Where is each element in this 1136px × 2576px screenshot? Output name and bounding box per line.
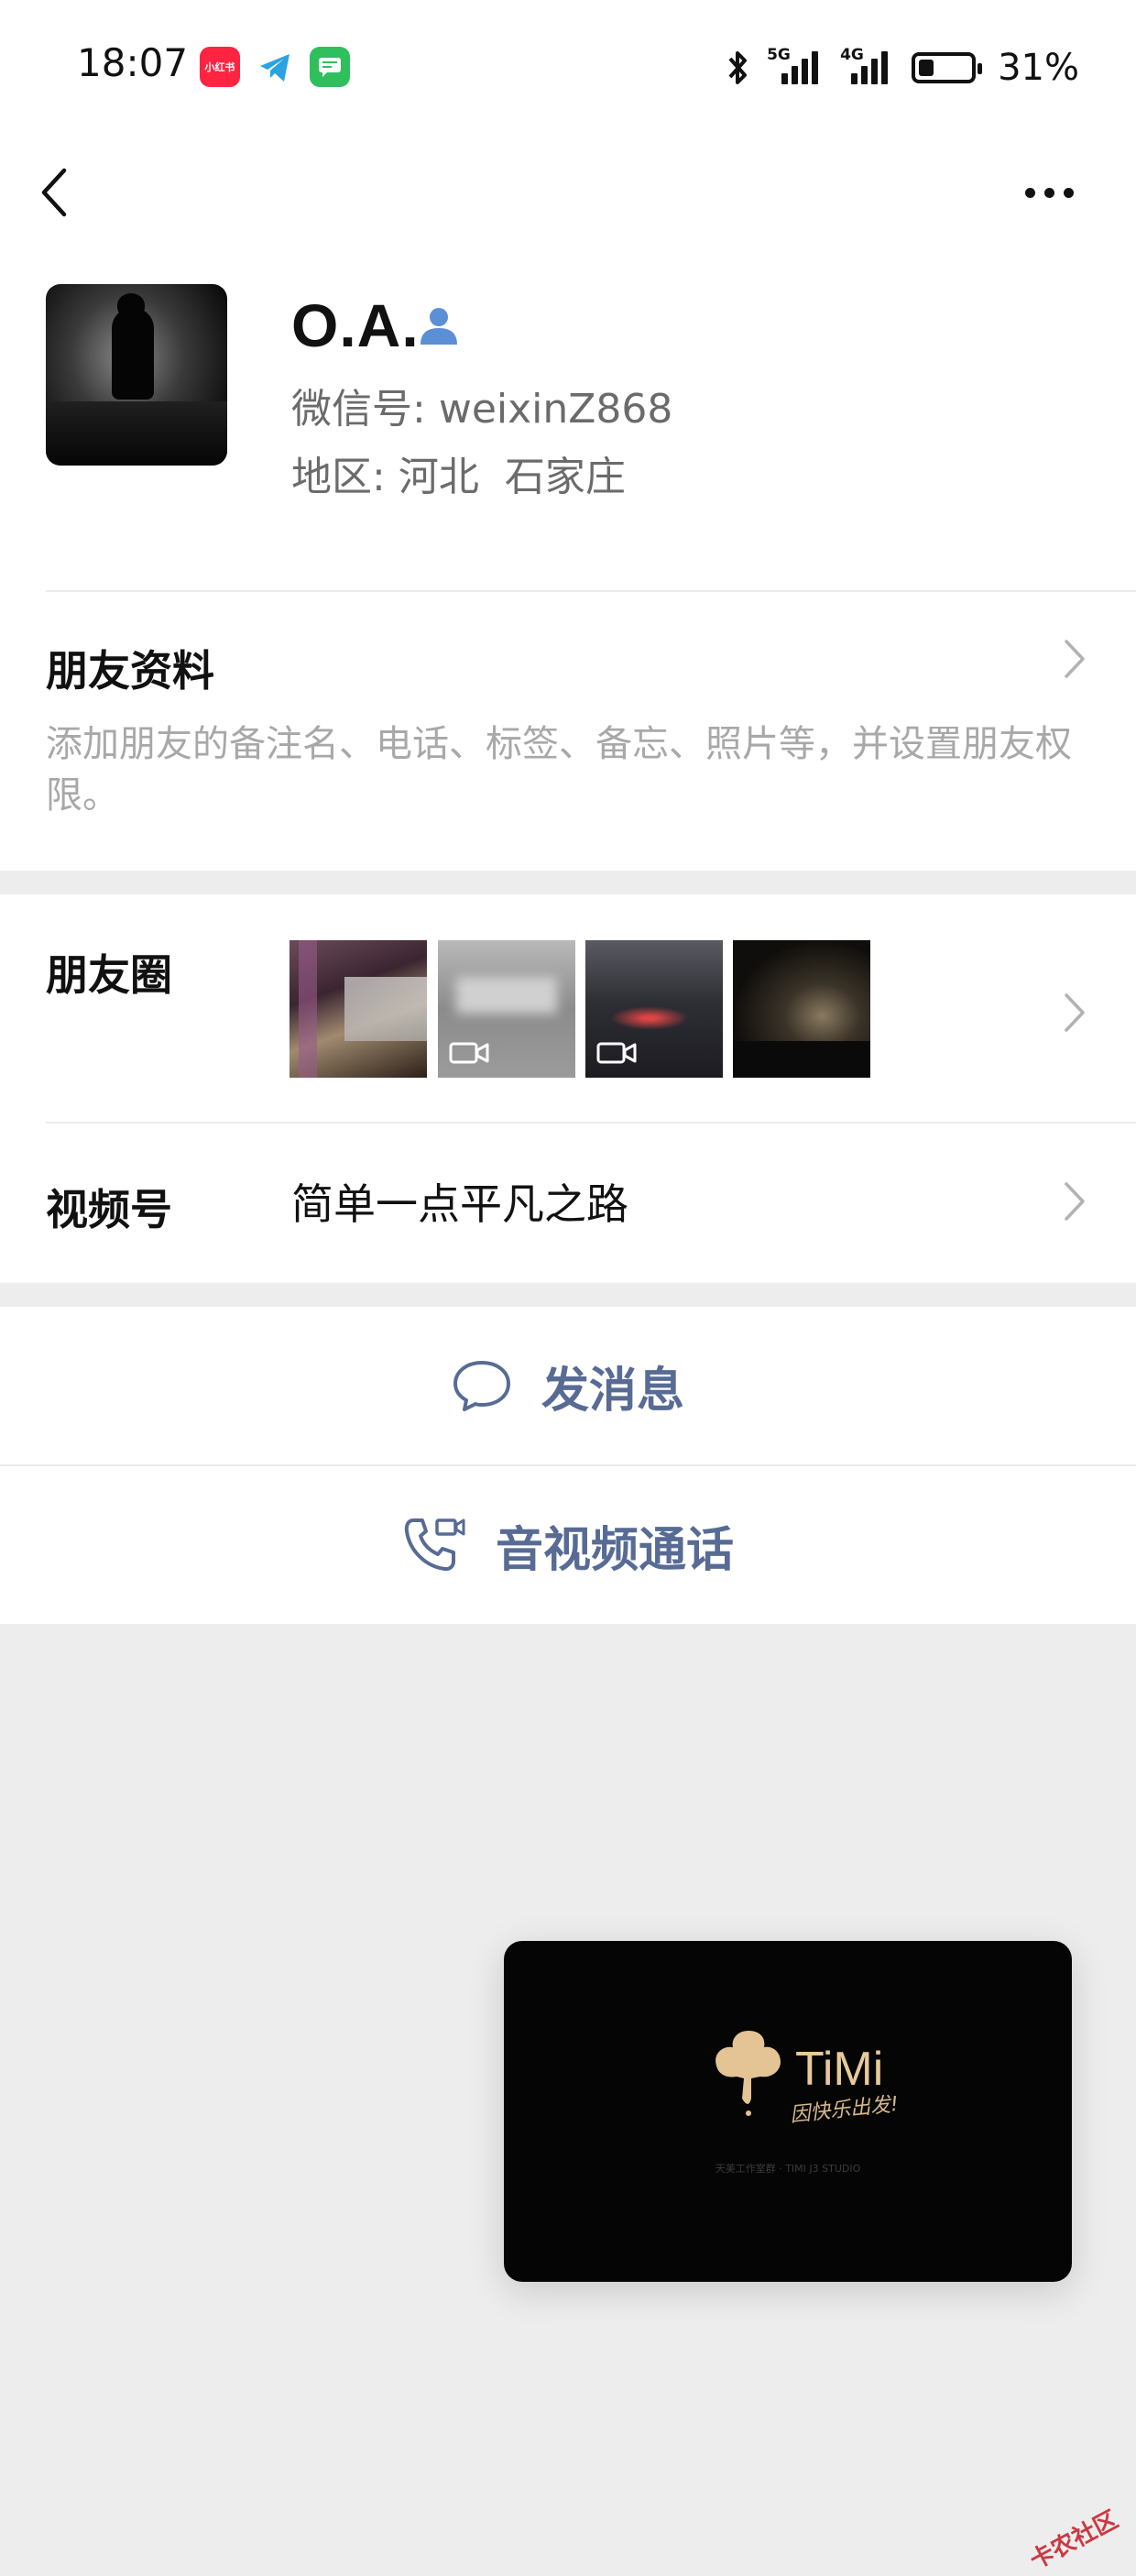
moment-photo-1[interactable] — [289, 940, 427, 1078]
divider — [46, 1122, 1136, 1124]
av-call-button[interactable]: 音视频通话 — [0, 1466, 1136, 1624]
moments-label: 朋友圈 — [46, 950, 172, 1000]
send-message-button[interactable]: 发消息 — [0, 1307, 1136, 1464]
av-call-label: 音视频通话 — [495, 1522, 734, 1578]
xiaohongshu-icon: 小红书 — [200, 47, 240, 87]
channels-label: 视频号 — [46, 1185, 172, 1234]
wechat-id-value: weixinZ868 — [438, 386, 673, 433]
floating-video-window[interactable]: TiMi 因快乐出发! 天美工作室群 · TIMI J3 STUDIO — [504, 1941, 1072, 2282]
region-city: 石家庄 — [504, 454, 626, 500]
telegram-icon — [255, 47, 295, 87]
region-province: 河北 — [398, 454, 479, 500]
friend-info-row[interactable]: 朋友资料 添加朋友的备注名、电话、标签、备忘、照片等，并设置朋友权限。 — [0, 592, 1136, 871]
studio-line: 天美工作室群 · TIMI J3 STUDIO — [715, 2163, 861, 2175]
battery-icon — [912, 52, 983, 83]
more-dot-icon — [1043, 187, 1054, 198]
moment-photo-4[interactable] — [733, 940, 870, 1078]
moment-photo-3[interactable] — [585, 940, 723, 1078]
timi-logo-icon — [715, 2031, 781, 2116]
channel-name[interactable]: 简单一点平凡之路 — [291, 1171, 628, 1232]
display-name: O.A. — [291, 291, 420, 359]
friend-info-description: 添加朋友的备注名、电话、标签、备忘、照片等，并设置朋友权限。 — [46, 723, 1072, 817]
chevron-right-icon — [1065, 993, 1085, 1032]
timi-logo-text: TiMi — [795, 2043, 884, 2096]
contact-person-icon — [421, 308, 457, 345]
more-options-button[interactable] — [1008, 137, 1090, 247]
nav-bar — [0, 137, 1136, 247]
wechat-id-label: 微信号: — [291, 386, 426, 433]
xiaohongshu-label: 小红书 — [204, 61, 235, 73]
send-message-label: 发消息 — [541, 1363, 684, 1419]
more-dot-icon — [1024, 187, 1035, 198]
signal-5g-label: 5G — [767, 46, 791, 64]
region: 地区: 河北 石家庄 — [291, 444, 626, 502]
moment-photo-2[interactable] — [438, 940, 575, 1078]
more-dot-icon — [1063, 187, 1074, 198]
chevron-right-icon — [1065, 1182, 1085, 1221]
battery-percent: 31% — [998, 47, 1079, 89]
video-call-icon — [404, 1518, 465, 1572]
chevron-right-icon — [1065, 640, 1085, 678]
region-label: 地区: — [291, 454, 386, 500]
chat-bubble-icon — [453, 1361, 510, 1411]
signal-4g-icon: 4G — [840, 46, 895, 84]
watermark: 卡农社区 — [1025, 2505, 1123, 2575]
back-button[interactable] — [37, 137, 110, 247]
avatar[interactable] — [46, 284, 227, 466]
moments-channels-section: 朋友圈 视频号 简单一点平凡之路 — [0, 894, 1136, 1283]
status-time: 18:07 — [77, 40, 189, 85]
signal-5g-icon: 5G — [767, 46, 825, 84]
video-camera-icon — [596, 1042, 637, 1064]
wechat-id: 微信号: weixinZ868 — [291, 376, 672, 434]
back-arrow-icon — [41, 168, 67, 217]
friend-info-title: 朋友资料 — [46, 646, 214, 696]
messages-icon — [310, 47, 350, 87]
profile-card: O.A. 微信号: weixinZ868 地区: 河北 石家庄 — [0, 247, 1136, 592]
bluetooth-icon — [728, 51, 748, 84]
video-camera-icon — [449, 1042, 489, 1064]
status-bar: 18:07 小红书 5G 4G 31% — [0, 0, 1136, 137]
signal-4g-label: 4G — [840, 46, 864, 64]
status-indicators: 5G 4G 31% — [725, 40, 1079, 95]
